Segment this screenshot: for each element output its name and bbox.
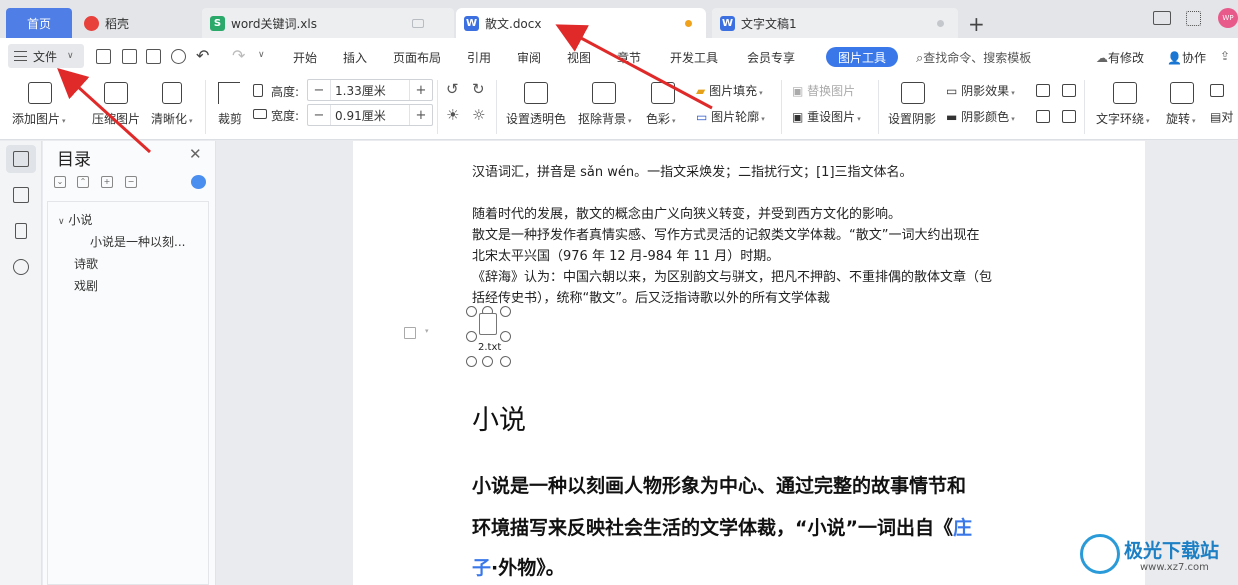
watermark-name: 极光下载站	[1124, 540, 1220, 562]
arrow-to-active-tab	[555, 24, 713, 110]
watermark: 极光下载站 www.xz7.com	[1080, 530, 1230, 580]
watermark-logo-icon	[1080, 534, 1120, 574]
annotation-arrows	[57, 24, 713, 154]
arrow-to-file-menu	[57, 67, 152, 154]
watermark-url: www.xz7.com	[1140, 562, 1209, 573]
